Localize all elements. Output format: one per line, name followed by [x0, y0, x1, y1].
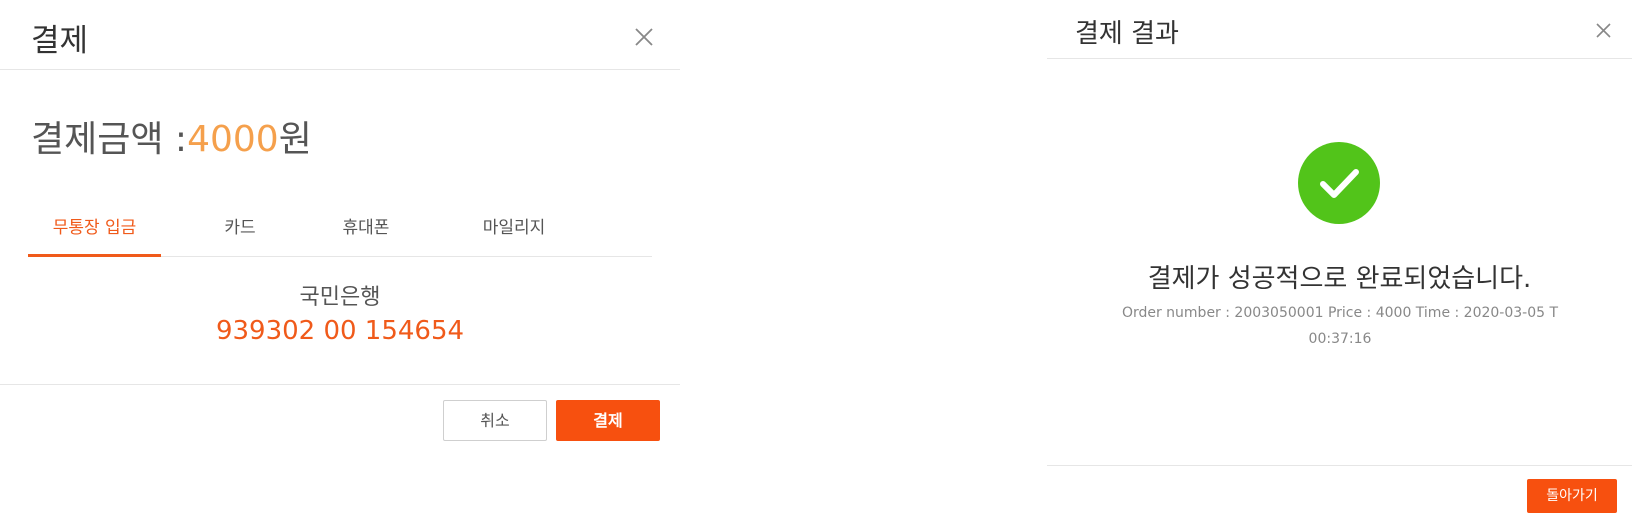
- close-icon[interactable]: [634, 27, 654, 47]
- result-dialog-title: 결제 결과: [1075, 19, 1179, 49]
- result-dialog-header: 결제 결과: [1047, 0, 1632, 59]
- tab-mileage[interactable]: 마일리지: [464, 203, 564, 257]
- cancel-button[interactable]: 취소: [443, 400, 547, 441]
- close-icon[interactable]: [1595, 22, 1612, 39]
- bank-account-number: 939302 00 154654: [215, 316, 465, 346]
- tab-mobile-phone[interactable]: 휴대폰: [326, 203, 406, 257]
- payment-method-tabs: 무통장 입금 카드 휴대폰 마일리지: [28, 203, 652, 257]
- order-info-line: Order number : 2003050001 Price : 4000 T…: [1121, 305, 1559, 321]
- amount-label: 결제금액 :: [31, 119, 188, 160]
- bank-name: 국민은행: [299, 285, 381, 310]
- check-circle-icon: [1298, 142, 1380, 224]
- result-dialog-footer: 돌아가기: [1047, 465, 1632, 523]
- payment-dialog-header: 결제: [0, 0, 680, 70]
- payment-dialog: 결제 결제금액 :4000원 무통장 입금 카드 휴대폰 마일리지 국민은행 9…: [0, 0, 680, 450]
- payment-dialog-title: 결제: [31, 23, 89, 59]
- order-info: Order number : 2003050001 Price : 4000 T…: [1109, 300, 1571, 352]
- tab-bank-transfer[interactable]: 무통장 입금: [28, 203, 161, 257]
- order-info-line: 00:37:16: [1308, 331, 1372, 347]
- payment-dialog-footer: 취소 결제: [0, 384, 680, 450]
- payment-result-dialog: 결제 결과 결제가 성공적으로 완료되었습니다. Order number : …: [1047, 0, 1632, 523]
- back-button[interactable]: 돌아가기: [1527, 479, 1617, 513]
- payment-amount: 결제금액 :4000원: [31, 110, 312, 162]
- amount-value: 4000: [187, 119, 279, 160]
- amount-unit: 원: [278, 119, 312, 160]
- tab-card[interactable]: 카드: [206, 203, 274, 257]
- pay-button[interactable]: 결제: [556, 400, 660, 441]
- success-message: 결제가 성공적으로 완료되었습니다.: [1147, 264, 1532, 294]
